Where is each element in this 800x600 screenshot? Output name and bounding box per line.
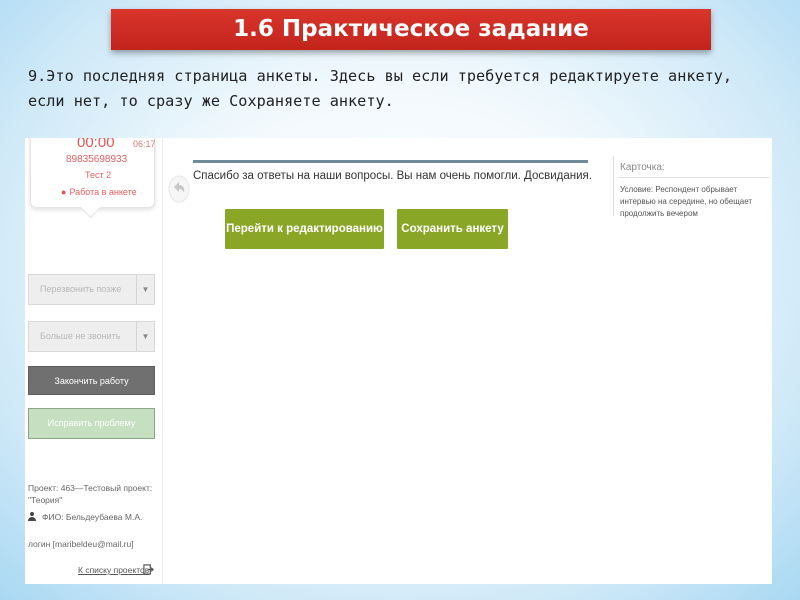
chevron-down-icon[interactable]: ▼ (136, 322, 154, 351)
test-label: Тест 2 (85, 170, 112, 180)
user-icon (28, 512, 36, 521)
user-login: логин [maribeldeu@mail.ru] (28, 539, 134, 549)
app-screenshot: 00:00 06:17 89835698933 Тест 2 ● Работа в… (25, 138, 772, 584)
fix-problem-button[interactable]: Исправить проблему (28, 408, 155, 439)
user-fio: ФИО: Бельдеубаева М.А. (28, 512, 142, 522)
back-arrow-icon[interactable] (168, 174, 190, 204)
call-timer: 00:00 (77, 138, 115, 151)
card-title: Карточка: (620, 162, 665, 173)
callback-dropdown-label: Перезвонить позже (40, 284, 122, 294)
projects-list-link[interactable]: К списку проектов (78, 565, 149, 575)
call-time-small: 06:17 (133, 139, 156, 149)
no-call-dropdown[interactable]: Больше не звонить ▼ (28, 321, 155, 352)
card-separator (618, 177, 770, 178)
status-text: Работа в анкете (69, 187, 137, 197)
chevron-down-icon[interactable]: ▼ (136, 275, 154, 304)
status-badge: ● Работа в анкете (61, 187, 137, 197)
finish-work-button[interactable]: Закончить работу (28, 366, 155, 395)
thanks-message: Спасибо за ответы на наши вопросы. Вы на… (193, 170, 592, 182)
project-info: Проект: 463—Тестовый проект: "Теория" (28, 483, 153, 505)
save-survey-button[interactable]: Сохранить анкету (397, 209, 508, 249)
call-info-card: 00:00 06:17 89835698933 Тест 2 ● Работа в… (30, 138, 156, 208)
card-condition: Условие: Респондент обрывает интервью на… (620, 185, 753, 218)
no-call-dropdown-label: Больше не звонить (40, 331, 121, 341)
edit-survey-button[interactable]: Перейти к редактированию (225, 209, 384, 249)
card-divider (613, 156, 614, 216)
status-dot-icon: ● (61, 187, 67, 197)
panel-divider (162, 138, 163, 584)
content-top-line (193, 160, 588, 163)
callback-dropdown[interactable]: Перезвонить позже ▼ (28, 274, 155, 305)
user-fio-text: ФИО: Бельдеубаева М.А. (42, 512, 143, 522)
slide-instruction: 9.Это последняя страница анкеты. Здесь в… (28, 67, 733, 110)
slide-title: 1.6 Практическое задание (111, 9, 711, 50)
exit-icon[interactable] (143, 564, 154, 575)
phone-number: 89835698933 (66, 154, 128, 165)
